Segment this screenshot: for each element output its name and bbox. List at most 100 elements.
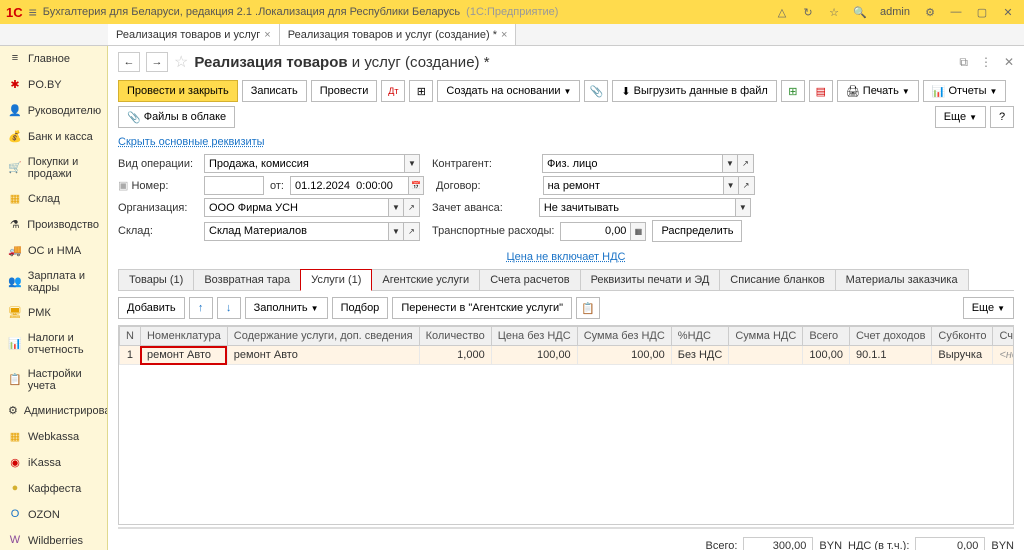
maximize-icon[interactable]: ▢ bbox=[972, 2, 992, 22]
cell-vat-acc[interactable]: <не требуется> bbox=[993, 346, 1014, 365]
forward-button[interactable]: → bbox=[146, 52, 168, 72]
close-doc-icon[interactable]: ✕ bbox=[1004, 55, 1014, 69]
column-header[interactable]: Номенклатура bbox=[140, 327, 227, 346]
column-header[interactable]: Счет учета НДС по реализации bbox=[993, 327, 1014, 346]
cell-nomenclature[interactable]: ремонт Авто bbox=[140, 346, 227, 365]
sidebar-item-7[interactable]: 🚚ОС и НМА bbox=[0, 238, 107, 264]
move-down-button[interactable]: ↓ bbox=[217, 297, 241, 319]
calendar-icon[interactable]: 📅 bbox=[408, 176, 424, 195]
advance-field[interactable] bbox=[539, 198, 735, 217]
subtab-1[interactable]: Возвратная тара bbox=[193, 269, 301, 290]
print-button[interactable]: 🖨 Печать ▼ bbox=[837, 80, 919, 102]
more-button[interactable]: Еще ▼ bbox=[935, 106, 986, 128]
contract-field[interactable] bbox=[543, 176, 723, 195]
sidebar-item-0[interactable]: ≡Главное bbox=[0, 46, 107, 72]
close-icon[interactable]: × bbox=[264, 29, 270, 41]
dropdown-icon[interactable]: ▼ bbox=[404, 154, 420, 173]
horizontal-scrollbar[interactable] bbox=[118, 527, 1014, 529]
dropdown-icon[interactable]: ▼ bbox=[723, 176, 739, 195]
number-field[interactable] bbox=[204, 176, 264, 195]
sidebar-item-16[interactable]: OOZON bbox=[0, 502, 107, 528]
org-field[interactable] bbox=[204, 198, 388, 217]
date-field[interactable] bbox=[290, 176, 408, 195]
sidebar-item-17[interactable]: WWildberries bbox=[0, 528, 107, 550]
table-more-button[interactable]: Еще ▼ bbox=[963, 297, 1014, 319]
dropdown-icon[interactable]: ▼ bbox=[722, 154, 738, 173]
cell-price[interactable]: 100,00 bbox=[491, 346, 577, 365]
export-file-button[interactable]: ⬇ Выгрузить данные в файл bbox=[612, 80, 776, 102]
favorite-icon[interactable]: ☆ bbox=[174, 52, 188, 72]
sidebar-item-6[interactable]: ⚗Производство bbox=[0, 212, 107, 238]
services-table[interactable]: NНоменклатураСодержание услуги, доп. све… bbox=[118, 325, 1014, 525]
column-header[interactable]: Сумма НДС bbox=[729, 327, 803, 346]
sidebar-item-8[interactable]: 👥Зарплата и кадры bbox=[0, 264, 107, 300]
column-header[interactable]: Счет доходов bbox=[849, 327, 931, 346]
add-row-button[interactable]: Добавить bbox=[118, 297, 185, 319]
counterparty-field[interactable] bbox=[542, 154, 722, 173]
open-icon[interactable]: ↗ bbox=[739, 176, 755, 195]
column-header[interactable]: Субконто bbox=[932, 327, 993, 346]
close-icon[interactable]: × bbox=[501, 29, 507, 41]
column-header[interactable]: Всего bbox=[803, 327, 850, 346]
create-based-button[interactable]: Создать на основании ▼ bbox=[437, 80, 580, 102]
cell-vat-pct[interactable]: Без НДС bbox=[671, 346, 729, 365]
column-header[interactable]: Содержание услуги, доп. сведения bbox=[227, 327, 419, 346]
sidebar-item-5[interactable]: ▦Склад bbox=[0, 186, 107, 212]
reports-button[interactable]: 📊 Отчеты ▼ bbox=[923, 80, 1007, 102]
help-button[interactable]: ? bbox=[990, 106, 1014, 128]
subtab-3[interactable]: Агентские услуги bbox=[371, 269, 480, 290]
column-header[interactable]: Количество bbox=[419, 327, 491, 346]
subtab-7[interactable]: Материалы заказчика bbox=[835, 269, 969, 290]
star-icon[interactable]: ☆ bbox=[824, 2, 844, 22]
options-icon[interactable]: ⋮ bbox=[980, 55, 992, 69]
move-up-button[interactable]: ↑ bbox=[189, 297, 213, 319]
subtab-4[interactable]: Счета расчетов bbox=[479, 269, 580, 290]
post-close-button[interactable]: Провести и закрыть bbox=[118, 80, 238, 102]
dt-kt-button[interactable]: Дт bbox=[381, 80, 405, 102]
move-agent-button[interactable]: Перенести в "Агентские услуги" bbox=[392, 297, 572, 319]
column-header[interactable]: Цена без НДС bbox=[491, 327, 577, 346]
sidebar-item-12[interactable]: ⚙Администрирование bbox=[0, 398, 107, 424]
detach-icon[interactable]: ⧉ bbox=[959, 55, 968, 70]
dropdown-icon[interactable]: ▼ bbox=[388, 222, 404, 241]
column-header[interactable]: Сумма без НДС bbox=[577, 327, 671, 346]
cell-vat-sum[interactable] bbox=[729, 346, 803, 365]
save-button[interactable]: Записать bbox=[242, 80, 307, 102]
sidebar-item-9[interactable]: 🖥РМК bbox=[0, 300, 107, 326]
post-button[interactable]: Провести bbox=[311, 80, 378, 102]
cell-sum[interactable]: 100,00 bbox=[577, 346, 671, 365]
cell-total[interactable]: 100,00 bbox=[803, 346, 850, 365]
cell-qty[interactable]: 1,000 bbox=[419, 346, 491, 365]
table-row[interactable]: 1 ремонт Авто ремонт Авто 1,000 100,00 1… bbox=[120, 346, 1015, 365]
tab-doc-create[interactable]: Реализация товаров и услуг (создание) * … bbox=[280, 24, 517, 45]
sidebar-item-11[interactable]: 📋Настройки учета bbox=[0, 362, 107, 398]
column-header[interactable]: %НДС bbox=[671, 327, 729, 346]
sidebar-item-14[interactable]: ◉iKassa bbox=[0, 450, 107, 476]
close-window-icon[interactable]: ✕ bbox=[998, 2, 1018, 22]
transport-field[interactable] bbox=[560, 222, 630, 241]
menu-icon[interactable]: ≡ bbox=[29, 4, 37, 20]
open-icon[interactable]: ↗ bbox=[404, 222, 420, 241]
calc-icon[interactable]: ▦ bbox=[630, 222, 646, 241]
sidebar-item-2[interactable]: 👤Руководителю bbox=[0, 98, 107, 124]
copy-button[interactable]: 📋 bbox=[576, 297, 600, 319]
structure-button[interactable]: ⊞ bbox=[409, 80, 433, 102]
bell-icon[interactable]: △ bbox=[772, 2, 792, 22]
fill-button[interactable]: Заполнить ▼ bbox=[245, 297, 328, 319]
hide-main-props-link[interactable]: Скрыть основные реквизиты bbox=[108, 134, 1024, 150]
pick-button[interactable]: Подбор bbox=[332, 297, 389, 319]
subtab-5[interactable]: Реквизиты печати и ЭД bbox=[580, 269, 721, 290]
subtab-6[interactable]: Списание бланков bbox=[719, 269, 835, 290]
sidebar-item-1[interactable]: ✱PO.BY bbox=[0, 72, 107, 98]
dropdown-icon[interactable]: ▼ bbox=[388, 198, 404, 217]
sidebar-item-3[interactable]: 💰Банк и касса bbox=[0, 124, 107, 150]
op-type-field[interactable] bbox=[204, 154, 404, 173]
open-icon[interactable]: ↗ bbox=[404, 198, 420, 217]
search-icon[interactable]: 🔍 bbox=[850, 2, 870, 22]
sidebar-item-4[interactable]: 🛒Покупки и продажи bbox=[0, 150, 107, 186]
excel-button[interactable]: ⊞ bbox=[781, 80, 805, 102]
open-icon[interactable]: ↗ bbox=[738, 154, 754, 173]
sidebar-item-13[interactable]: ▦Webkassa bbox=[0, 424, 107, 450]
history-icon[interactable]: ↻ bbox=[798, 2, 818, 22]
subtab-0[interactable]: Товары (1) bbox=[118, 269, 194, 290]
